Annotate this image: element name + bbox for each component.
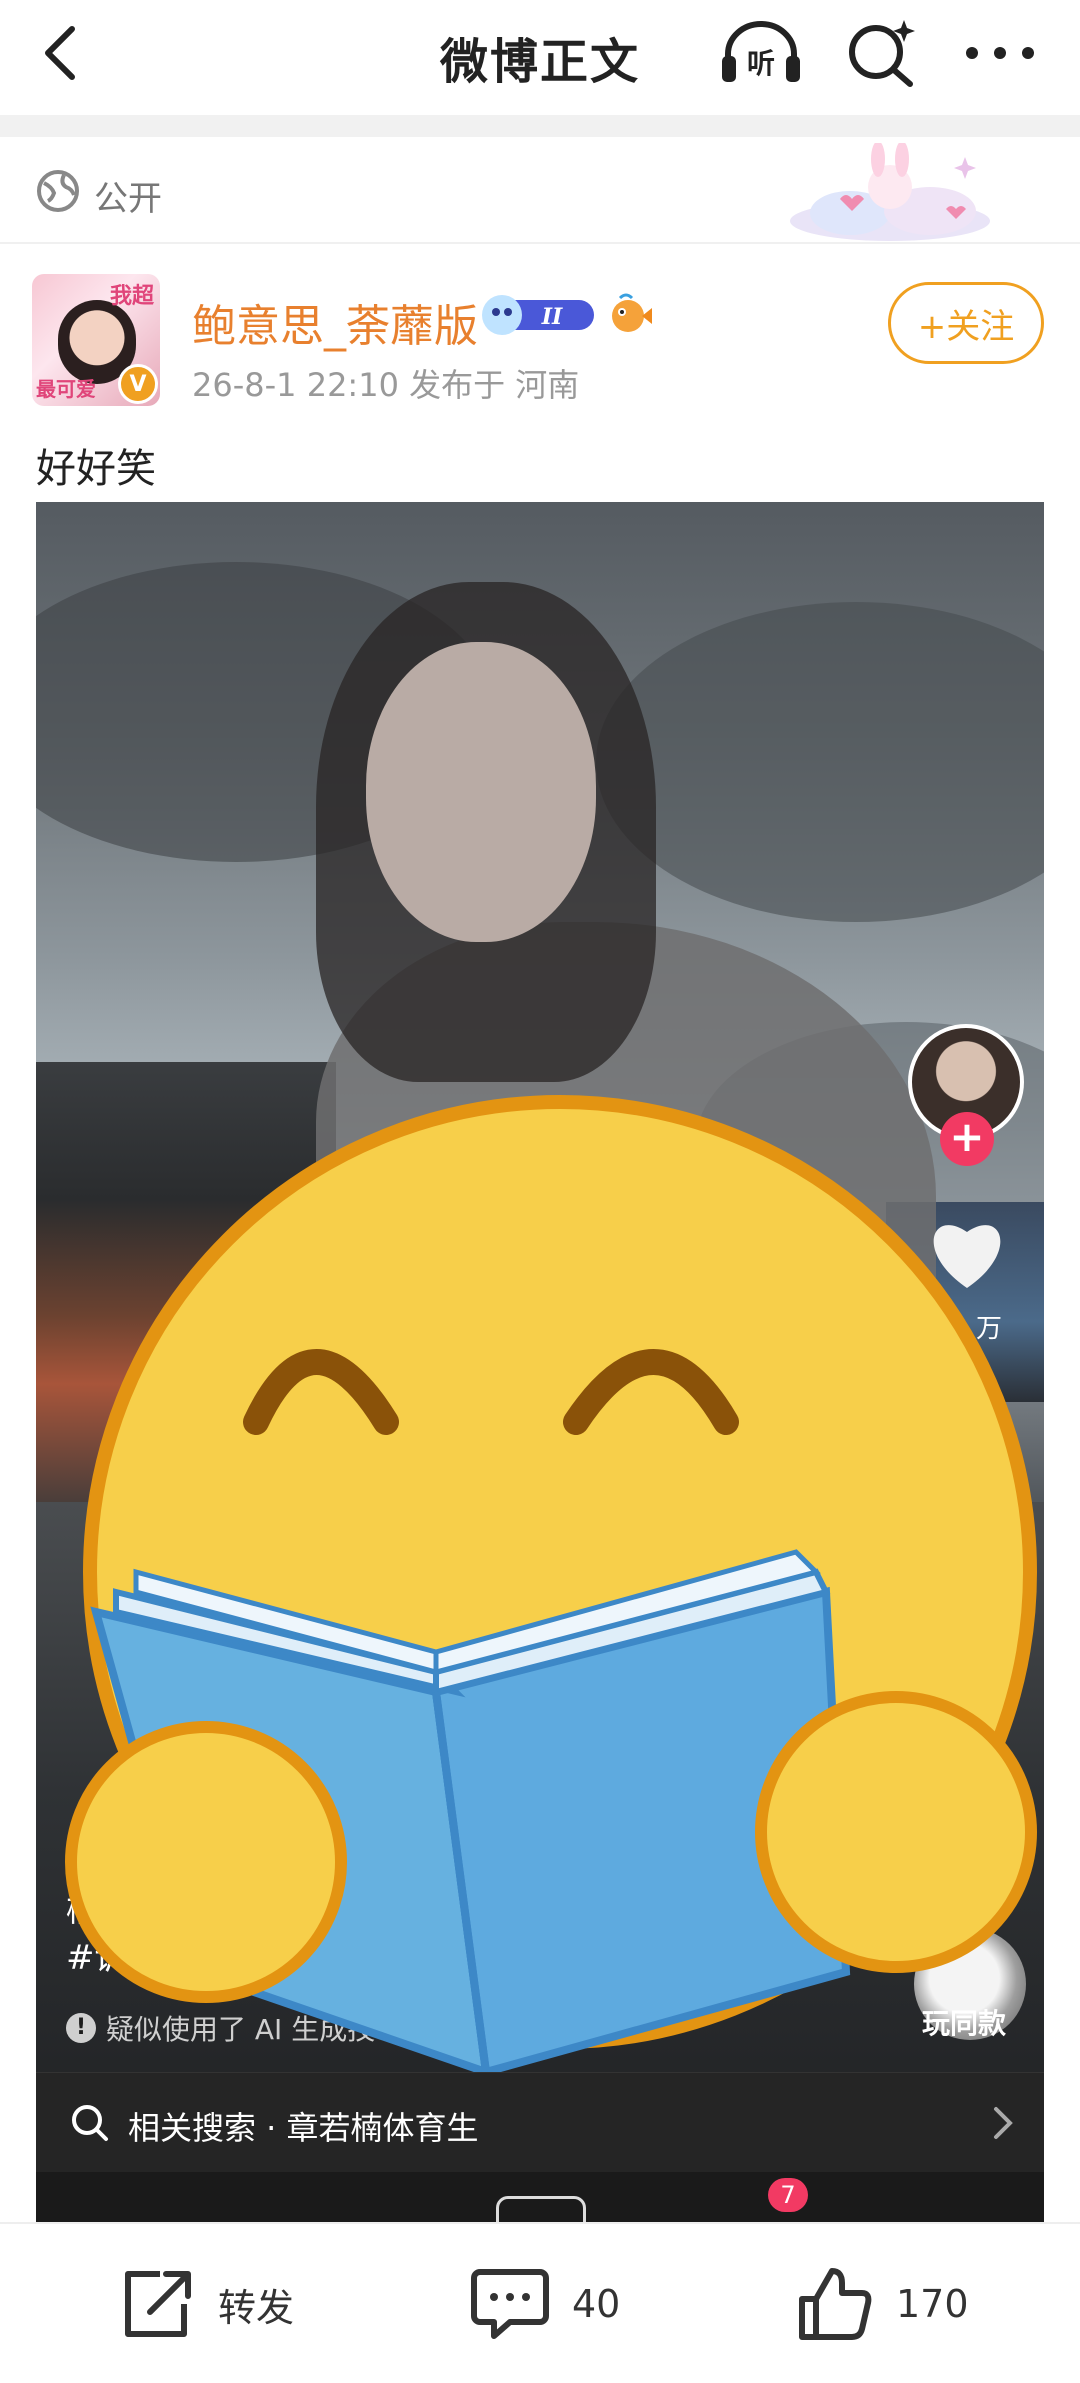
reading-emoji-sticker bbox=[65, 1095, 1037, 2072]
related-search-text: 相关搜索 · 章若楠体育生 bbox=[128, 2109, 479, 2147]
avatar-sticker-text: 我超 bbox=[109, 284, 154, 309]
level-badge-text: II bbox=[541, 304, 563, 330]
bunny-cloud-decoration bbox=[780, 141, 1000, 243]
notification-badge: 7 bbox=[768, 2178, 808, 2212]
follow-button[interactable]: +关注 bbox=[888, 282, 1044, 364]
search-icon bbox=[70, 2103, 110, 2143]
post-text: 好好笑 bbox=[36, 446, 156, 492]
comment-button[interactable]: 40 bbox=[470, 2264, 620, 2344]
chevron-right-icon bbox=[992, 2105, 1014, 2141]
post-tab-icon bbox=[496, 2196, 586, 2222]
divider bbox=[0, 115, 1080, 137]
more-icon[interactable] bbox=[960, 20, 1040, 86]
repost-label: 转发 bbox=[218, 2285, 295, 2330]
comment-icon bbox=[471, 2269, 549, 2339]
embedded-tab-bar: 7 bbox=[36, 2172, 1044, 2222]
globe-icon bbox=[36, 169, 80, 213]
visibility-row: 公开 bbox=[0, 137, 1080, 244]
visibility-label: 公开 bbox=[94, 179, 162, 219]
post-meta: 26-8-1 22:10 发布于 河南 bbox=[192, 366, 580, 404]
action-bar: 转发 40 170 bbox=[0, 2222, 1080, 2383]
comment-count: 40 bbox=[572, 2282, 621, 2326]
username[interactable]: 鲍意思_荼蘼版 bbox=[192, 290, 478, 354]
thumbs-up-icon bbox=[799, 2268, 872, 2340]
listen-label: 听 bbox=[747, 47, 775, 80]
like-button[interactable]: 170 bbox=[796, 2264, 969, 2344]
level-badge-icon: II bbox=[480, 294, 596, 336]
share-icon bbox=[125, 2271, 191, 2337]
person-face bbox=[366, 642, 596, 942]
verified-icon: V bbox=[118, 364, 158, 404]
search-icon[interactable] bbox=[844, 16, 920, 88]
related-search-bar[interactable]: 相关搜索 · 章若楠体育生 bbox=[36, 2072, 1044, 2172]
repost-button[interactable]: 转发 bbox=[120, 2264, 294, 2344]
like-count: 170 bbox=[896, 2282, 969, 2326]
video-card[interactable]: + 万 楠 #训练 #章若楠 ! 疑似使用了 AI 生成技术，请谨慎甄别 › 玩… bbox=[36, 502, 1044, 2222]
listen-icon[interactable]: 听 bbox=[718, 18, 804, 88]
fish-badge-icon bbox=[606, 292, 652, 338]
avatar-sticker-text: 最可爱 bbox=[36, 377, 96, 401]
top-bar: 微博正文 听 bbox=[0, 0, 1080, 115]
